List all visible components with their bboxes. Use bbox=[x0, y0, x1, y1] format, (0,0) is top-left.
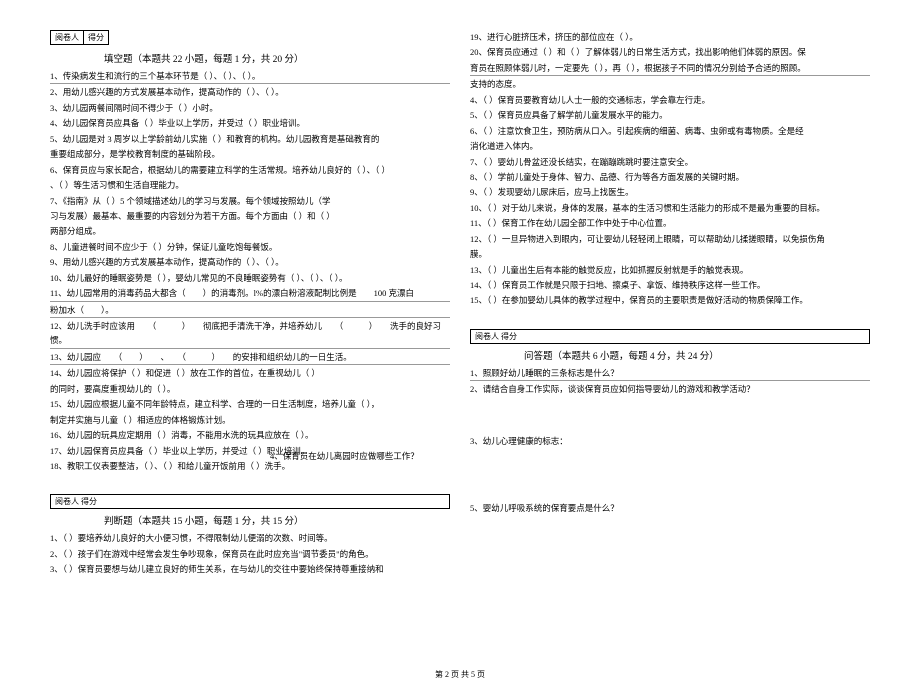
judge-q: 11、（ ）保育工作在幼儿园全部工作中处于中心位置。 bbox=[470, 216, 870, 230]
score-label: 得分 bbox=[84, 31, 108, 44]
right-column: 19、进行心脏挤压术，挤压的部位应在（ ）。 20、保育员应通过（ ）和（ ）了… bbox=[470, 30, 870, 650]
qa-q: 3、幼儿心理健康的标志： bbox=[470, 434, 870, 448]
fill-q-cont: 粉加水（ ）。 bbox=[50, 303, 450, 318]
judge-q-cont: 消化道进入体内。 bbox=[470, 139, 870, 153]
fill-q: 12、幼儿洗手时应该用 （ ） 彻底把手清洗干净，并培养幼儿 （ ） 洗手的良好… bbox=[50, 319, 450, 349]
fill-q-cont: 重要组成部分，是学校教育制度的基础阶段。 bbox=[50, 147, 450, 161]
fill-q: 13、幼儿园应 （ ） 、 （ ） 的安排和组织幼儿的一日生活。 bbox=[50, 350, 450, 365]
fill-q: 6、保育员应与家长配合，根据幼儿的需要建立科学的生活常规。培养幼儿良好的（ ）、… bbox=[50, 163, 450, 177]
fill-q: 14、幼儿园应将保护（ ）和促进（ ）放在工作的首位，在重视幼儿（ ） bbox=[50, 366, 450, 380]
judge-q-cont: 膜。 bbox=[470, 247, 870, 261]
judge-q: 8、（ ）学前儿童处于身体、智力、品德、行为等各方面发展的关键时期。 bbox=[470, 170, 870, 184]
judge-q: 5、（ ）保育员应具备了解学前儿童发展水平的能力。 bbox=[470, 108, 870, 122]
page-footer: 第 2 页 共 5 页 bbox=[0, 669, 920, 680]
fill-header: 阅卷人 得分 bbox=[50, 30, 450, 45]
judge-q: 1、（ ）要培养幼儿良好的大小便习惯，不得限制幼儿便溺的次数、时间等。 bbox=[50, 531, 450, 545]
fill-q-cont: 习与发展）最基本、最重要的内容划分为若干方面。每个方面由（ ）和（ ） bbox=[50, 209, 450, 223]
fill-q: 1、传染病发生和流行的三个基本环节是（ ）、（ ）、（ ）。 bbox=[50, 69, 450, 84]
judge-section-title: 判断题（本题共 15 小题，每题 1 分，共 15 分） bbox=[104, 513, 450, 527]
fill-q: 2、用幼儿感兴趣的方式发展基本动作，提高动作的（ ）、（ ）。 bbox=[50, 85, 450, 99]
grader-score-box: 阅卷人 得分 bbox=[50, 30, 109, 45]
judge-q: 9、（ ）发现婴幼儿尿床后，应马上找医生。 bbox=[470, 185, 870, 199]
qa-q: 4、保育员在幼儿离园时应做哪些工作？ bbox=[270, 449, 870, 463]
fill-q: 4、幼儿园保育员应具备（ ）毕业以上学历，并受过（ ）职业培训。 bbox=[50, 116, 450, 130]
left-column: 阅卷人 得分 填空题（本题共 22 小题，每题 1 分，共 20 分） 1、传染… bbox=[50, 30, 450, 650]
judge-q: 13、（ ）儿童出生后有本能的触觉反应，比如抓握反射就是手的触觉表现。 bbox=[470, 263, 870, 277]
judge-q: 12、（ ）一旦异物进入到眼内，可让婴幼儿轻轻闭上眼睛，可以帮助幼儿揉搓眼睛，以… bbox=[470, 232, 870, 246]
fill-q: 3、幼儿园两餐间隔时间不得少于（ ）小时。 bbox=[50, 101, 450, 115]
page-columns: 阅卷人 得分 填空题（本题共 22 小题，每题 1 分，共 20 分） 1、传染… bbox=[50, 30, 870, 650]
judge-q-cont: 育员在照顾体弱儿时，一定要先（ ），再（ ），根据孩子不同的情况分别给予合适的照… bbox=[470, 61, 870, 76]
fill-q: 8、儿童进餐时间不应少于（ ）分钟，保证儿童吃饱每餐饭。 bbox=[50, 240, 450, 254]
fill-q-cont: 制定并实施与儿童（ ）相适应的体格锻炼计划。 bbox=[50, 413, 450, 427]
fill-q: 16、幼儿园的玩具应定期用（ ）消毒，不能用水洗的玩具应放在（ ）。 bbox=[50, 428, 450, 442]
judge-q: 3、（ ）保育员要想与幼儿建立良好的师生关系，在与幼儿的交往中要始终保持尊重接纳… bbox=[50, 562, 450, 576]
fill-q-cont: 的同时，要高度重视幼儿的（ ）。 bbox=[50, 382, 450, 396]
grader-score-box: 阅卷人 得分 bbox=[470, 329, 870, 344]
judge-q: 20、保育员应通过（ ）和（ ）了解体弱儿的日常生活方式，找出影响他们体弱的原因… bbox=[470, 45, 870, 59]
grader-score-box: 阅卷人 得分 bbox=[50, 494, 450, 509]
qa-q: 2、请结合自身工作实际，谈谈保育员应如何指导婴幼儿的游戏和教学活动？ bbox=[470, 382, 870, 396]
qa-q: 5、婴幼儿呼吸系统的保育要点是什么？ bbox=[470, 501, 870, 515]
judge-q: 2、（ ）孩子们在游戏中经常会发生争吵现象，保育员在此时应充当"调节委员"的角色… bbox=[50, 547, 450, 561]
fill-q: 10、幼儿最好的睡眠姿势是（ ），婴幼儿常见的不良睡眠姿势有（ ）、（ ）、（ … bbox=[50, 271, 450, 285]
fill-q: 7、《指南》从（ ）5 个领域描述幼儿的学习与发展。每个领域按照幼儿（学 bbox=[50, 194, 450, 208]
qa-q: 1、照顾好幼儿睡眠的三条标志是什么？ bbox=[470, 366, 870, 381]
qa-section-title: 问答题（本题共 6 小题，每题 4 分，共 24 分） bbox=[524, 348, 870, 362]
grader-label: 阅卷人 bbox=[51, 31, 84, 44]
judge-q: 7、（ ）婴幼儿骨盆还没长结实，在蹦蹦跳跳时要注意安全。 bbox=[470, 155, 870, 169]
fill-q-cont: 两部分组成。 bbox=[50, 224, 450, 238]
judge-q-cont: 支持的态度。 bbox=[470, 77, 870, 91]
fill-q: 15、幼儿园应根据儿童不同年龄特点，建立科学、合理的一日生活制度，培养儿童（ ）… bbox=[50, 397, 450, 411]
fill-q: 11、幼儿园常用的消毒药品大都含（ ）的消毒剂。l%的漂白粉溶液配制比例是 10… bbox=[50, 286, 450, 301]
fill-q: 5、幼儿园是对 3 周岁以上学龄前幼儿实施（ ）和教育的机构。幼儿园教育是基础教… bbox=[50, 132, 450, 146]
fill-q: 9、用幼儿感兴趣的方式发展基本动作，提高动作的（ ）、（ ）。 bbox=[50, 255, 450, 269]
fill-section-title: 填空题（本题共 22 小题，每题 1 分，共 20 分） bbox=[104, 51, 450, 65]
judge-q: 19、进行心脏挤压术，挤压的部位应在（ ）。 bbox=[470, 30, 870, 44]
judge-q: 6、（ ）注意饮食卫生，预防病从口入。引起疾病的细菌、病毒、虫卵或有毒物质。全是… bbox=[470, 124, 870, 138]
judge-q: 15、（ ）在参加婴幼儿具体的教学过程中，保育员的主要职责是做好活动的物质保障工… bbox=[470, 293, 870, 307]
fill-q-cont: 、（ ）等生活习惯和生活自理能力。 bbox=[50, 178, 450, 192]
judge-q: 4、（ ）保育员要教育幼儿人士一般的交通标志，学会靠左行走。 bbox=[470, 93, 870, 107]
judge-q: 14、（ ）保育员工作就是只限于扫地、擦桌子、拿饭、维持秩序这样一些工作。 bbox=[470, 278, 870, 292]
judge-q: 10、（ ）对于幼儿来说，身体的发展，基本的生活习惯和生活能力的形成不是最为重要… bbox=[470, 201, 870, 215]
